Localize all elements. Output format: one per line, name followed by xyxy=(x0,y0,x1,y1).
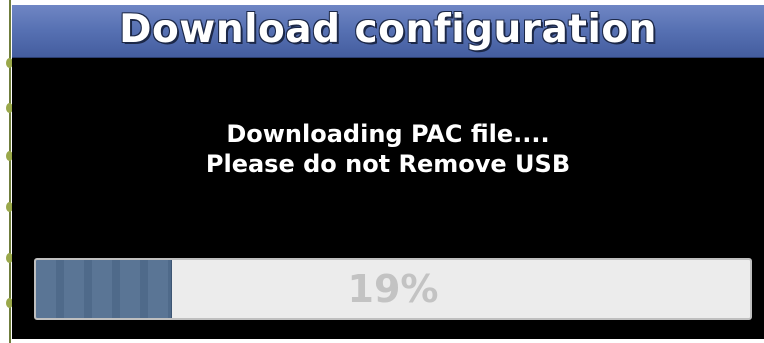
edge-line xyxy=(9,0,11,343)
background-edge xyxy=(0,0,12,343)
status-message-line-2: Please do not Remove USB xyxy=(205,150,571,178)
status-message-line-1: Downloading PAC file.... xyxy=(226,120,550,148)
download-progress-bar: 19% xyxy=(34,258,752,320)
download-dialog: Download configuration Downloading PAC f… xyxy=(12,5,764,339)
dialog-title: Download configuration xyxy=(119,6,657,52)
screen: Download configuration Downloading PAC f… xyxy=(0,0,764,343)
dialog-title-bar: Download configuration xyxy=(12,5,764,58)
status-message: Downloading PAC file.... Please do not R… xyxy=(12,119,764,179)
progress-percent: 19% xyxy=(347,267,439,311)
